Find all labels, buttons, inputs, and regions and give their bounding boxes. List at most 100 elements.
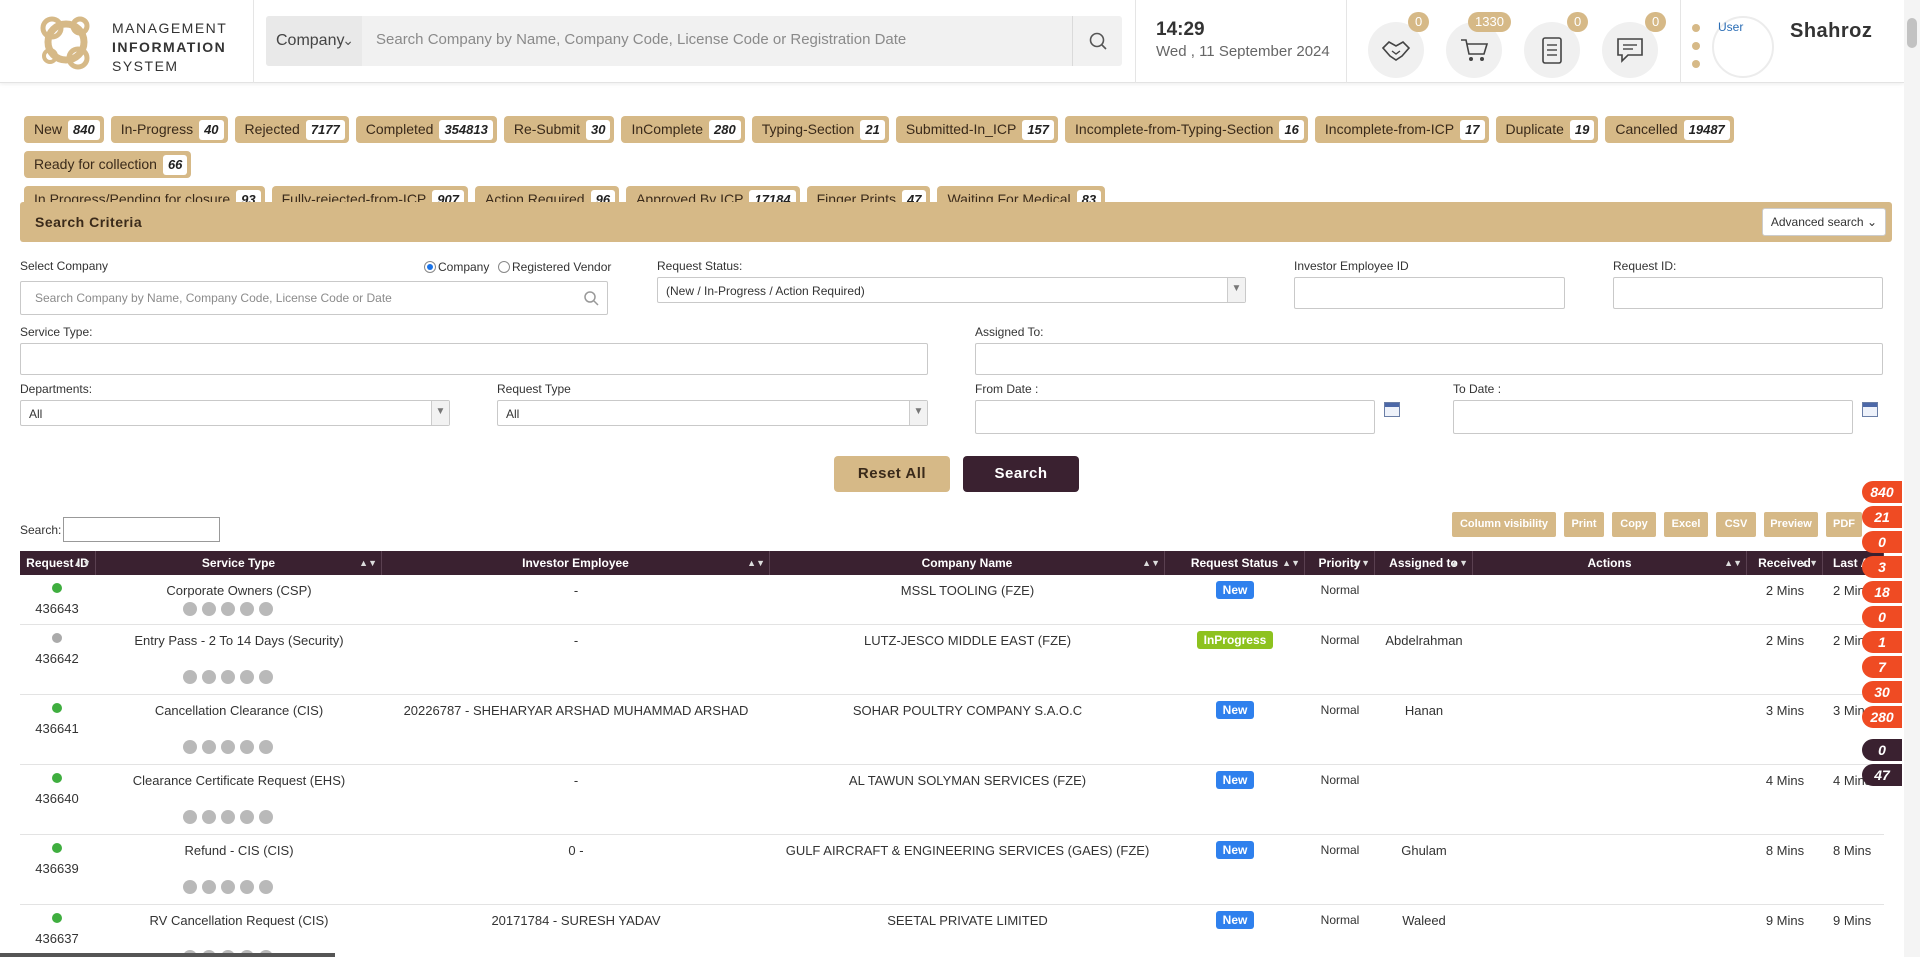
- column-visibility-button[interactable]: Column visibility: [1452, 512, 1556, 537]
- status-chip[interactable]: InComplete 280: [621, 116, 745, 143]
- excel-button[interactable]: Excel: [1664, 512, 1708, 537]
- request-id[interactable]: 436640: [20, 791, 94, 806]
- file-icon[interactable]: [221, 740, 235, 754]
- brand-logo[interactable]: MANAGEMENT INFORMATION SYSTEM: [30, 6, 250, 78]
- status-chip[interactable]: Completed 354813: [355, 116, 497, 143]
- column-header-request-status[interactable]: Request Status ▲▼: [1165, 551, 1305, 575]
- file-icon[interactable]: [221, 602, 235, 616]
- advanced-search-button[interactable]: Advanced search ⌄: [1761, 208, 1886, 236]
- column-header-investor-employee[interactable]: Investor Employee ▲▼: [382, 551, 770, 575]
- column-header-request-id[interactable]: Request ID ▲▼: [20, 551, 96, 575]
- column-header-service-type[interactable]: Service Type ▲▼: [96, 551, 382, 575]
- print-icon[interactable]: [259, 810, 273, 824]
- money-icon[interactable]: [183, 880, 197, 894]
- radio-registered-vendor[interactable]: Registered Vendor: [498, 260, 611, 274]
- from-date-input[interactable]: [975, 400, 1375, 434]
- print-icon[interactable]: [259, 880, 273, 894]
- status-chip[interactable]: Rejected 7177: [234, 116, 349, 143]
- money-icon[interactable]: [183, 740, 197, 754]
- page-scrollbar[interactable]: [1904, 0, 1920, 957]
- doc-icon[interactable]: [202, 670, 216, 684]
- column-header-assigned-to[interactable]: Assigned to ▲▼: [1375, 551, 1473, 575]
- request-id[interactable]: 436642: [20, 651, 94, 666]
- search-submit-button[interactable]: Search: [963, 456, 1079, 492]
- request-type-select[interactable]: All ▼: [497, 400, 928, 426]
- heart-icon[interactable]: [240, 810, 254, 824]
- preview-button[interactable]: Preview: [1764, 512, 1818, 537]
- table-row[interactable]: 436641 Cancellation Clearance (CIS) 202267…: [20, 695, 1884, 765]
- status-chip[interactable]: Ready for collection 66: [24, 151, 192, 178]
- global-search-input[interactable]: Search Company by Name, Company Code, Li…: [376, 31, 1016, 48]
- floating-counter[interactable]: 1: [1862, 631, 1902, 653]
- search-scope-select[interactable]: Company ⌄: [266, 16, 362, 66]
- avatar[interactable]: User: [1712, 16, 1774, 78]
- to-date-input[interactable]: [1453, 400, 1853, 434]
- column-header-actions[interactable]: Actions ▲▼: [1473, 551, 1747, 575]
- print-button[interactable]: Print: [1564, 512, 1604, 537]
- floating-counter[interactable]: 47: [1862, 764, 1902, 786]
- request-id[interactable]: 436641: [20, 721, 94, 736]
- status-chip[interactable]: Cancelled 19487: [1605, 116, 1734, 143]
- status-chip[interactable]: New 840: [24, 116, 104, 143]
- copy-button[interactable]: Copy: [1612, 512, 1656, 537]
- column-header-priority[interactable]: Priority ▲▼: [1305, 551, 1375, 575]
- floating-counter[interactable]: 0: [1862, 606, 1902, 628]
- status-chip[interactable]: Submitted-In_ICP 157: [895, 116, 1059, 143]
- money-icon[interactable]: [183, 810, 197, 824]
- status-chip[interactable]: Re-Submit 30: [503, 116, 615, 143]
- request-id[interactable]: 436637: [20, 931, 94, 946]
- heart-icon[interactable]: [240, 880, 254, 894]
- heart-icon[interactable]: [240, 740, 254, 754]
- file-icon[interactable]: [221, 810, 235, 824]
- csv-button[interactable]: CSV: [1716, 512, 1756, 537]
- calendar-icon[interactable]: [1384, 402, 1400, 417]
- radio-company[interactable]: Company: [424, 260, 489, 274]
- print-icon[interactable]: [259, 670, 273, 684]
- floating-counter[interactable]: 0: [1862, 531, 1902, 553]
- assigned-to-input[interactable]: [975, 343, 1883, 375]
- floating-counter[interactable]: 840: [1862, 481, 1902, 503]
- request-id[interactable]: 436639: [20, 861, 94, 876]
- doc-icon[interactable]: [202, 880, 216, 894]
- search-button[interactable]: [1072, 16, 1122, 66]
- table-row[interactable]: 436643 Corporate Owners (CSP) - MSSL TOOLIN…: [20, 575, 1884, 625]
- file-icon[interactable]: [221, 670, 235, 684]
- user-menu-dots-icon[interactable]: [1692, 24, 1700, 78]
- table-row[interactable]: 436637 RV Cancellation Request (CIS) 20171…: [20, 905, 1884, 957]
- file-icon[interactable]: [221, 880, 235, 894]
- heart-icon[interactable]: [240, 602, 254, 616]
- column-header-received[interactable]: Received ▲▼: [1747, 551, 1823, 575]
- table-row[interactable]: 436642 Entry Pass - 2 To 14 Days (Securit…: [20, 625, 1884, 695]
- print-icon[interactable]: [259, 740, 273, 754]
- floating-counter[interactable]: 0: [1862, 739, 1902, 761]
- request-id[interactable]: 436643: [20, 601, 94, 616]
- status-chip[interactable]: Incomplete-from-Typing-Section 16: [1065, 116, 1308, 143]
- print-icon[interactable]: [259, 602, 273, 616]
- doc-icon[interactable]: [202, 602, 216, 616]
- request-status-select[interactable]: (New / In-Progress / Action Required) ▼: [657, 277, 1246, 303]
- pdf-button[interactable]: PDF: [1826, 512, 1862, 537]
- service-type-input[interactable]: [20, 343, 928, 375]
- status-chip[interactable]: In-Progress 40: [110, 116, 228, 143]
- doc-icon[interactable]: [202, 740, 216, 754]
- table-row[interactable]: 436640 Clearance Certificate Request (EHS…: [20, 765, 1884, 835]
- status-chip[interactable]: Typing-Section 21: [751, 116, 889, 143]
- reset-all-button[interactable]: Reset All: [834, 456, 950, 492]
- floating-counter[interactable]: 30: [1862, 681, 1902, 703]
- status-chip[interactable]: Duplicate 19: [1495, 116, 1599, 143]
- money-icon[interactable]: [183, 602, 197, 616]
- floating-counter[interactable]: 7: [1862, 656, 1902, 678]
- company-search-input[interactable]: Search Company by Name, Company Code, Li…: [20, 281, 608, 315]
- heart-icon[interactable]: [240, 670, 254, 684]
- floating-counter[interactable]: 280: [1862, 706, 1902, 728]
- calendar-icon[interactable]: [1862, 402, 1878, 417]
- scrollbar-thumb[interactable]: [1907, 18, 1917, 48]
- table-row[interactable]: 436639 Refund - CIS (CIS) 0 - GULF AIRCRAFT…: [20, 835, 1884, 905]
- request-id-input[interactable]: [1613, 277, 1883, 309]
- floating-counter[interactable]: 21: [1862, 506, 1902, 528]
- table-search-input[interactable]: [63, 517, 220, 542]
- departments-select[interactable]: All ▼: [20, 400, 450, 426]
- floating-counter[interactable]: 3: [1862, 556, 1902, 578]
- investor-employee-id-input[interactable]: [1294, 277, 1565, 309]
- status-chip[interactable]: Incomplete-from-ICP 17: [1314, 116, 1489, 143]
